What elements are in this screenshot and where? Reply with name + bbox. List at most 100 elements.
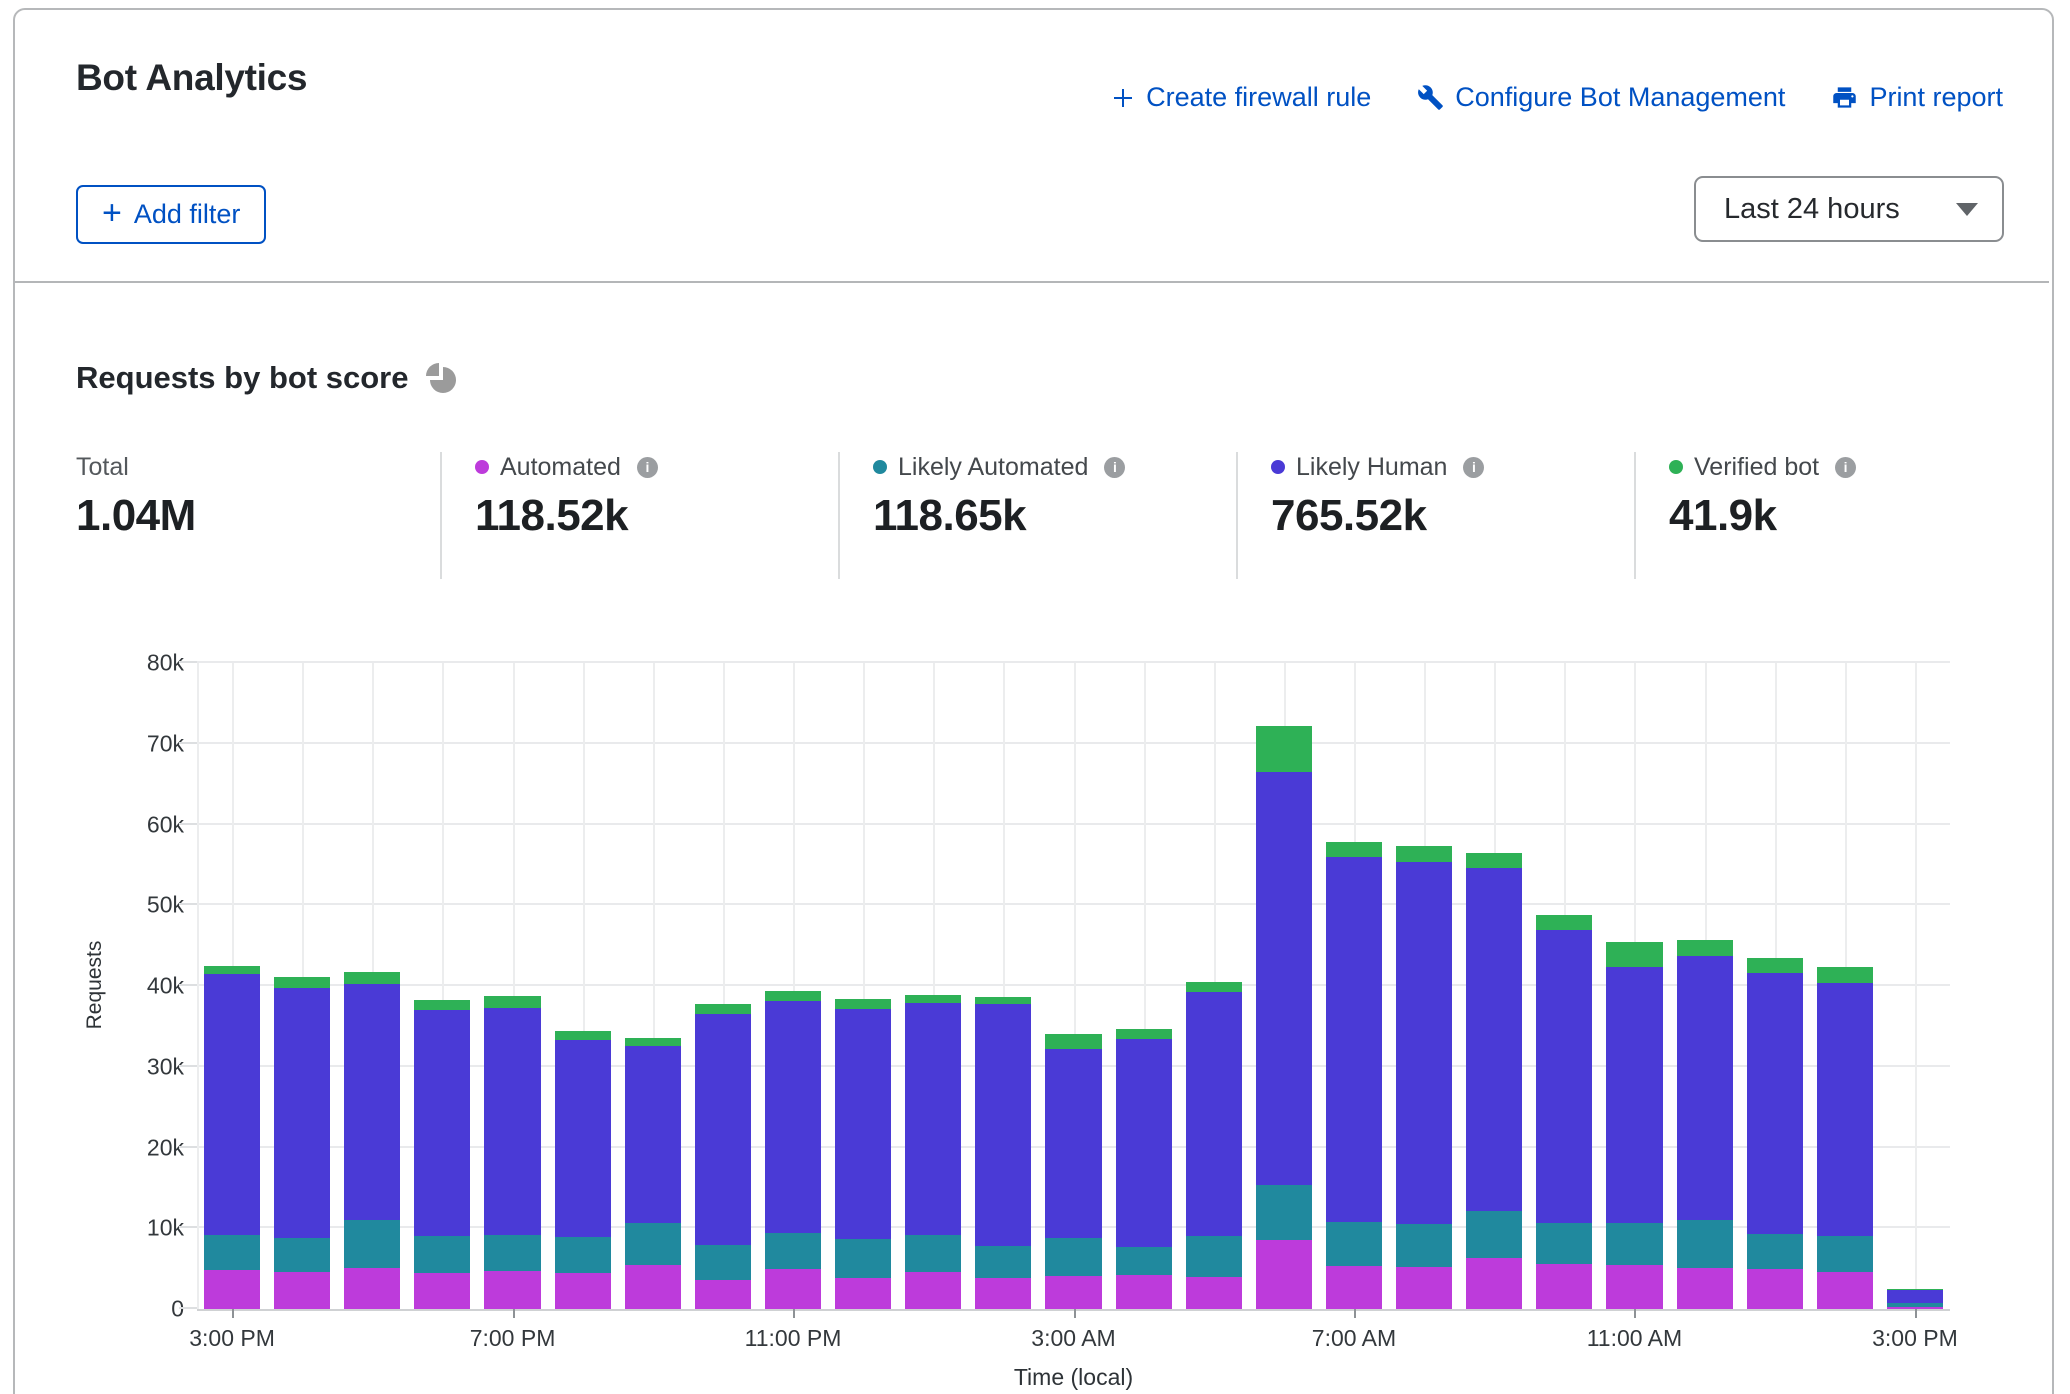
bar-segment-likely-human [414,1010,470,1236]
x-axis-tick [1354,1309,1356,1318]
bar-segment-verified-bot [1326,842,1382,857]
bar-12-00-am[interactable] [835,663,891,1309]
bar-7-00-pm[interactable] [484,663,540,1309]
time-range-dropdown[interactable]: Last 24 hours [1694,176,2004,242]
stat-total-label: Total [76,453,129,482]
stat-total: Total 1.04M [76,452,416,541]
y-axis-tick [179,1065,197,1067]
bar-segment-automated [1396,1267,1452,1309]
bar-8-00-am[interactable] [1396,663,1452,1309]
bar-segment-automated [1045,1276,1101,1309]
bar-segment-automated [1817,1272,1873,1309]
y-axis-label: 0 [171,1296,184,1323]
bar-5-00-pm[interactable] [344,663,400,1309]
x-axis-tick [232,1309,234,1318]
stat-likely-human-label[interactable]: Likely Human [1296,453,1447,482]
bar-3-00-pm[interactable] [204,663,260,1309]
bar-segment-verified-bot [274,977,330,988]
bar-segment-likely-automated [1536,1223,1592,1263]
verified-bot-legend-dot [1669,460,1683,474]
bar-11-00-am[interactable] [1606,663,1662,1309]
bar-segment-verified-bot [1677,940,1733,956]
stat-verified-bot: Verified bot i 41.9k [1669,452,2009,541]
stat-divider [838,452,840,579]
bar-4-00-pm[interactable] [274,663,330,1309]
bar-segment-likely-human [1116,1039,1172,1247]
bar-segment-likely-automated [1677,1220,1733,1268]
x-axis-tick [1074,1309,1076,1318]
bar-segment-automated [484,1271,540,1309]
bar-4-00-am[interactable] [1116,663,1172,1309]
info-icon[interactable]: i [1104,457,1125,478]
configure-bot-management-link[interactable]: Configure Bot Management [1417,82,1785,113]
bar-3-00-pm[interactable] [1887,663,1943,1309]
bar-2-00-am[interactable] [975,663,1031,1309]
info-icon[interactable]: i [1835,457,1856,478]
bar-segment-automated [765,1269,821,1309]
x-axis-label: 11:00 PM [745,1325,842,1352]
bar-10-00-pm[interactable] [695,663,751,1309]
bar-segment-verified-bot [1396,846,1452,862]
bar-9-00-pm[interactable] [625,663,681,1309]
bar-segment-automated [204,1270,260,1309]
info-icon[interactable]: i [1463,457,1484,478]
y-axis-tick [179,1226,197,1228]
bar-segment-verified-bot [1747,958,1803,973]
create-firewall-rule-label: Create firewall rule [1146,82,1371,113]
bar-segment-likely-automated [905,1235,961,1272]
stat-likely-automated-label[interactable]: Likely Automated [898,453,1088,482]
bar-1-00-am[interactable] [905,663,961,1309]
header-divider [14,281,2049,283]
bar-segment-likely-human [1817,983,1873,1237]
bar-7-00-am[interactable] [1326,663,1382,1309]
print-report-link[interactable]: Print report [1831,82,2003,113]
bar-segment-verified-bot [1817,967,1873,982]
bar-5-00-am[interactable] [1186,663,1242,1309]
y-axis-tick [179,984,197,986]
bar-segment-automated [344,1268,400,1309]
x-axis-label: 3:00 PM [189,1325,275,1352]
bar-segment-likely-human [1186,992,1242,1236]
bar-6-00-pm[interactable] [414,663,470,1309]
create-firewall-rule-link[interactable]: Create firewall rule [1111,82,1371,113]
stat-automated-label[interactable]: Automated [500,453,621,482]
chevron-down-icon [1956,203,1978,216]
bar-9-00-am[interactable] [1466,663,1522,1309]
bar-segment-verified-bot [484,996,540,1008]
x-axis-label: 7:00 AM [1312,1325,1396,1352]
bar-segment-verified-bot [1116,1029,1172,1039]
x-axis-label: 3:00 AM [1031,1325,1115,1352]
bar-1-00-pm[interactable] [1747,663,1803,1309]
bar-segment-verified-bot [1466,853,1522,868]
bar-segment-likely-automated [1396,1224,1452,1267]
bar-segment-likely-automated [414,1236,470,1273]
stat-verified-bot-label[interactable]: Verified bot [1694,453,1819,482]
stat-likely-human-value: 765.52k [1271,491,1611,541]
bar-8-00-pm[interactable] [555,663,611,1309]
bar-segment-automated [414,1273,470,1309]
bar-segment-automated [1116,1275,1172,1309]
info-icon[interactable]: i [637,457,658,478]
bar-segment-automated [1887,1307,1943,1309]
bar-segment-verified-bot [905,995,961,1003]
bar-6-00-am[interactable] [1256,663,1312,1309]
bar-12-00-pm[interactable] [1677,663,1733,1309]
bar-segment-automated [905,1272,961,1309]
bar-11-00-pm[interactable] [765,663,821,1309]
y-axis-tick [179,1146,197,1148]
y-axis-tick [179,1307,197,1309]
bar-segment-automated [975,1278,1031,1309]
add-filter-button[interactable]: + Add filter [76,185,266,244]
bar-segment-likely-automated [975,1246,1031,1277]
bar-10-00-am[interactable] [1536,663,1592,1309]
x-axis-label: 7:00 PM [470,1325,556,1352]
x-axis-label: 11:00 AM [1587,1325,1682,1352]
y-axis-tick [179,661,197,663]
bar-2-00-pm[interactable] [1817,663,1873,1309]
likely-human-legend-dot [1271,460,1285,474]
bar-segment-likely-automated [1606,1223,1662,1265]
bar-segment-likely-human [695,1014,751,1245]
stat-likely-automated-value: 118.65k [873,491,1213,541]
bar-3-00-am[interactable] [1045,663,1101,1309]
printer-icon [1831,84,1858,111]
